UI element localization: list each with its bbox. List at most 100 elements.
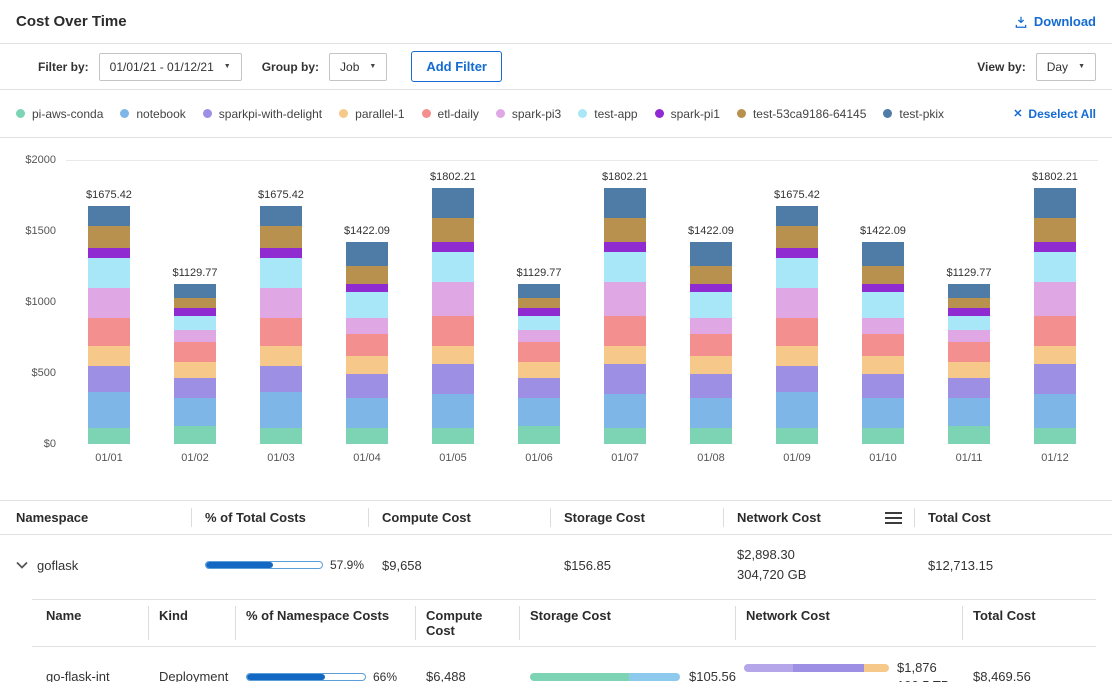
legend-item-test-53ca9186-64145[interactable]: test-53ca9186-64145 <box>737 107 866 121</box>
bar-segment-test-app <box>776 258 818 288</box>
col-header-nested-storage[interactable]: Storage Cost <box>519 600 735 646</box>
bar-segment-sparkpi-with-delight <box>174 378 216 398</box>
nested-total-cost-value: $8,469.56 <box>962 669 1096 682</box>
bar-segment-etl-daily <box>776 318 818 346</box>
col-header-compute-cost[interactable]: Compute Cost <box>368 501 550 534</box>
group-by-select[interactable]: Job ▼ <box>329 53 387 81</box>
bar-segment-parallel-1 <box>174 362 216 378</box>
workload-kind: Deployment <box>148 669 235 682</box>
bar-column-01/04[interactable]: $1422.09 <box>335 160 399 444</box>
bar-segment-test-app <box>174 316 216 330</box>
legend-item-test-app[interactable]: test-app <box>578 107 637 121</box>
legend-item-test-pkix[interactable]: test-pkix <box>883 107 944 121</box>
chevron-down-icon[interactable] <box>16 561 28 569</box>
bar-segment-etl-daily <box>1034 316 1076 346</box>
date-range-select[interactable]: 01/01/21 - 01/12/21 ▼ <box>99 53 242 81</box>
bar-column-01/09[interactable]: $1675.42 <box>765 160 829 444</box>
bar-total-label: $1422.09 <box>344 225 390 237</box>
group-by-label: Group by: <box>262 60 319 74</box>
bar-segment-parallel-1 <box>260 346 302 366</box>
chart-legend: pi-aws-conda notebook sparkpi-with-delight… <box>0 90 1112 138</box>
bar-segment-parallel-1 <box>346 356 388 374</box>
bar-segment-test-pkix <box>776 206 818 226</box>
bar-column-01/12[interactable]: $1802.21 <box>1023 160 1087 444</box>
legend-item-spark-pi3[interactable]: spark-pi3 <box>496 107 561 121</box>
bar-column-01/03[interactable]: $1675.42 <box>249 160 313 444</box>
col-header-percent-total[interactable]: % of Total Costs <box>191 501 368 534</box>
mini-bar-segment <box>793 664 864 672</box>
bar-column-01/06[interactable]: $1129.77 <box>507 160 571 444</box>
bar-segment-spark-pi1 <box>862 284 904 292</box>
bar-segment-test-app <box>948 316 990 330</box>
bar-segment-etl-daily <box>690 334 732 356</box>
bar-segment-test-53ca9186-64145 <box>862 266 904 284</box>
col-header-name[interactable]: Name <box>32 600 148 646</box>
col-header-storage-cost[interactable]: Storage Cost <box>550 501 723 534</box>
col-header-nested-total[interactable]: Total Cost <box>962 600 1096 646</box>
col-header-total-cost[interactable]: Total Cost <box>914 501 1112 534</box>
legend-item-etl-daily[interactable]: etl-daily <box>422 107 479 121</box>
download-button[interactable]: Download <box>1014 14 1096 29</box>
col-header-percent-namespace[interactable]: % of Namespace Costs <box>235 600 415 646</box>
col-header-namespace[interactable]: Namespace <box>0 501 191 534</box>
page-title: Cost Over Time <box>16 13 127 30</box>
bar-segment-spark-pi3 <box>88 288 130 318</box>
bar-segment-test-53ca9186-64145 <box>690 266 732 284</box>
bar-column-01/10[interactable]: $1422.09 <box>851 160 915 444</box>
bar-column-01/05[interactable]: $1802.21 <box>421 160 485 444</box>
bar-segment-etl-daily <box>518 342 560 362</box>
bar-segment-etl-daily <box>432 316 474 346</box>
deselect-all-button[interactable]: ✕ Deselect All <box>1013 107 1096 121</box>
legend-item-pi-aws-conda[interactable]: pi-aws-conda <box>16 107 103 121</box>
bar-total-label: $1422.09 <box>688 225 734 237</box>
bar-segment-test-app <box>518 316 560 330</box>
bar-segment-spark-pi1 <box>604 242 646 252</box>
view-by-select[interactable]: Day ▼ <box>1036 53 1096 81</box>
bar-column-01/01[interactable]: $1675.42 <box>77 160 141 444</box>
network-cost-value: $2,898.30 <box>737 545 900 565</box>
nested-network-usage-value: 190.5 TB <box>897 678 950 682</box>
col-header-nested-compute[interactable]: Compute Cost <box>415 600 519 646</box>
bar-segment-spark-pi3 <box>776 288 818 318</box>
mini-bar-segment <box>629 673 680 681</box>
bar-column-01/02[interactable]: $1129.77 <box>163 160 227 444</box>
x-axis-label: 01/09 <box>765 452 829 464</box>
col-header-nested-network[interactable]: Network Cost <box>735 600 962 646</box>
download-label: Download <box>1034 14 1096 29</box>
bar-total-label: $1129.77 <box>946 267 991 279</box>
legend-item-notebook[interactable]: notebook <box>120 107 185 121</box>
bar-segment-test-53ca9186-64145 <box>604 218 646 242</box>
add-filter-button[interactable]: Add Filter <box>411 51 502 82</box>
bar-segment-etl-daily <box>862 334 904 356</box>
col-header-network-cost[interactable]: Network Cost <box>723 501 914 534</box>
legend-item-sparkpi-with-delight[interactable]: sparkpi-with-delight <box>203 107 322 121</box>
workload-row-go-flask-int[interactable]: go-flask-int Deployment 66% $6,488 $105.… <box>32 647 1096 682</box>
bar-segment-parallel-1 <box>776 346 818 366</box>
namespace-row-goflask[interactable]: goflask 57.9% $9,658 $156.85 $2,898.30 3… <box>0 535 1112 597</box>
legend-dot <box>496 109 505 118</box>
bar-segment-notebook <box>690 398 732 428</box>
bar-segment-notebook <box>432 394 474 428</box>
bar-column-01/11[interactable]: $1129.77 <box>937 160 1001 444</box>
nested-storage-cost-value: $105.56 <box>689 669 736 682</box>
bar-stack <box>776 206 818 444</box>
x-axis-label: 01/08 <box>679 452 743 464</box>
legend-item-parallel-1[interactable]: parallel-1 <box>339 107 404 121</box>
bar-segment-etl-daily <box>260 318 302 346</box>
storage-cost-bar <box>530 673 680 681</box>
bar-segment-notebook <box>174 398 216 426</box>
bar-column-01/08[interactable]: $1422.09 <box>679 160 743 444</box>
bar-segment-parallel-1 <box>1034 346 1076 364</box>
bar-segment-parallel-1 <box>518 362 560 378</box>
page-header: Cost Over Time Download <box>0 0 1112 44</box>
bar-segment-test-53ca9186-64145 <box>1034 218 1076 242</box>
x-axis-label: 01/03 <box>249 452 313 464</box>
bar-segment-test-app <box>1034 252 1076 282</box>
bar-segment-spark-pi3 <box>260 288 302 318</box>
bar-segment-test-app <box>604 252 646 282</box>
legend-item-spark-pi1[interactable]: spark-pi1 <box>655 107 720 121</box>
column-menu-icon[interactable] <box>885 511 902 525</box>
col-header-kind[interactable]: Kind <box>148 600 235 646</box>
bar-segment-test-pkix <box>862 242 904 266</box>
bar-column-01/07[interactable]: $1802.21 <box>593 160 657 444</box>
